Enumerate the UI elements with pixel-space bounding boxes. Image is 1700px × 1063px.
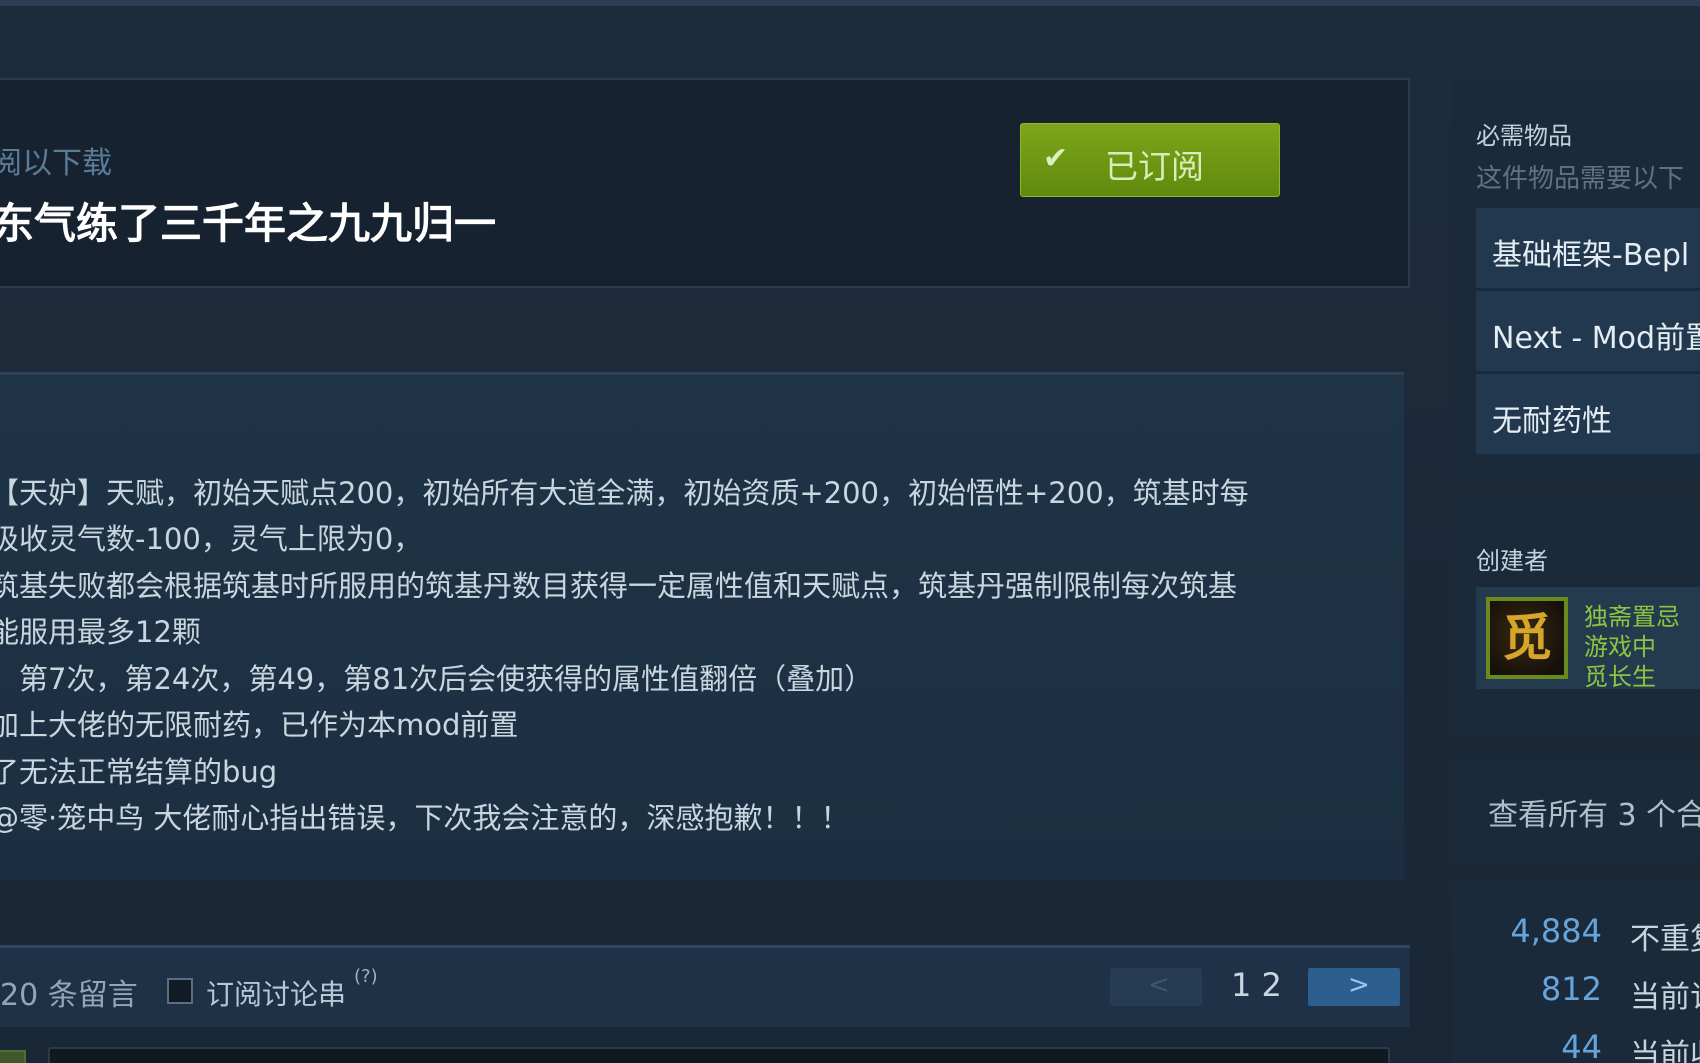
chevron-left-icon: < bbox=[1148, 970, 1170, 1000]
subscribe-note: 阅以下载 bbox=[0, 146, 112, 181]
required-item[interactable]: 基础框架-Bepl bbox=[1476, 208, 1700, 288]
required-items-subtitle: 这件物品需要以下 bbox=[1476, 164, 1685, 194]
description-line: 吸收灵气数-100，灵气上限为0， bbox=[0, 522, 423, 556]
view-all-label: 查看所有 3 个合 bbox=[1488, 798, 1700, 833]
user-avatar bbox=[0, 1050, 26, 1063]
next-page-button[interactable]: > bbox=[1308, 968, 1400, 1006]
required-items-title: 必需物品 bbox=[1476, 122, 1572, 150]
description-line: 能服用最多12颗 bbox=[0, 615, 201, 649]
page-numbers[interactable]: 1 2 bbox=[1231, 966, 1282, 1004]
creator-avatar[interactable]: 觅 bbox=[1486, 597, 1568, 679]
creator-game: 觅长生 bbox=[1584, 663, 1656, 691]
required-item-label: Next - Mod前置 bbox=[1492, 321, 1700, 356]
subscribed-button[interactable]: ✔ 已订阅 bbox=[1020, 123, 1280, 197]
comment-input[interactable] bbox=[48, 1047, 1390, 1063]
workshop-page: 阅以下载 东气练了三千年之九九归一 ✔ 已订阅 【天妒】天赋，初始天赋点200，… bbox=[0, 0, 1700, 1063]
check-icon: ✔ bbox=[1043, 141, 1069, 176]
required-item[interactable]: 无耐药性 bbox=[1476, 374, 1700, 454]
description-line: 筑基失败都会根据筑基时所服用的筑基丹数目获得一定属性值和天赋点，筑基丹强制限制每… bbox=[0, 569, 1238, 603]
subscribed-label: 已订阅 bbox=[1105, 147, 1204, 186]
required-item[interactable]: Next - Mod前置 bbox=[1476, 291, 1700, 371]
stat-value: 4,884 bbox=[1510, 912, 1602, 950]
item-header-card: 阅以下载 东气练了三千年之九九归一 ✔ 已订阅 bbox=[0, 78, 1410, 288]
view-all-collections-link[interactable]: 查看所有 3 个合 bbox=[1452, 760, 1700, 860]
creator-title: 创建者 bbox=[1476, 547, 1548, 575]
description-card: 【天妒】天赋，初始天赋点200，初始所有大道全满，初始资质+200，初始悟性+2… bbox=[0, 372, 1404, 880]
description-line: ：第7次，第24次，第49，第81次后会使获得的属性值翻倍（叠加） bbox=[0, 662, 874, 696]
comment-count: 20 条留言 bbox=[0, 978, 138, 1013]
top-border bbox=[0, 0, 1700, 6]
help-icon[interactable]: (?) bbox=[354, 966, 378, 987]
subscribe-thread-checkbox[interactable] bbox=[167, 978, 193, 1004]
chevron-right-icon: > bbox=[1348, 970, 1370, 1000]
description-line: 加上大佬的无限耐药，已作为本mod前置 bbox=[0, 708, 519, 742]
description-line: @零·笼中鸟 大佬耐心指出错误，下次我会注意的，深感抱歉！！！ bbox=[0, 801, 850, 835]
stat-value: 812 bbox=[1540, 970, 1602, 1008]
description-line: 了无法正常结算的bug bbox=[0, 755, 278, 789]
required-item-label: 无耐药性 bbox=[1492, 404, 1612, 439]
avatar-glyph: 觅 bbox=[1490, 601, 1564, 675]
required-item-label: 基础框架-Bepl bbox=[1492, 238, 1690, 273]
description-line: 【天妒】天赋，初始天赋点200，初始所有大道全满，初始资质+200，初始悟性+2… bbox=[0, 476, 1249, 510]
prev-page-button[interactable]: < bbox=[1110, 968, 1202, 1006]
stat-value: 44 bbox=[1561, 1028, 1602, 1063]
item-title: 东气练了三千年之九九归一 bbox=[0, 199, 497, 248]
stat-label: 不重复 bbox=[1630, 922, 1700, 957]
subscribe-thread-label[interactable]: 订阅讨论串 bbox=[206, 973, 346, 1013]
required-items-panel: 必需物品 这件物品需要以下 基础框架-Bepl Next - Mod前置 无耐药… bbox=[1452, 78, 1700, 480]
comments-header: 20 条留言 订阅讨论串 (?) < 1 2 > bbox=[0, 945, 1410, 1027]
stats-panel: 4,884 不重复 812 当前订 44 当前收 bbox=[1452, 880, 1700, 1063]
creator-card[interactable]: 觅 独斋置忌 游戏中 觅长生 bbox=[1476, 587, 1700, 691]
creator-panel: 创建者 觅 独斋置忌 游戏中 觅长生 bbox=[1452, 505, 1700, 735]
stat-label: 当前收 bbox=[1630, 1038, 1700, 1063]
stat-label: 当前订 bbox=[1630, 980, 1700, 1015]
